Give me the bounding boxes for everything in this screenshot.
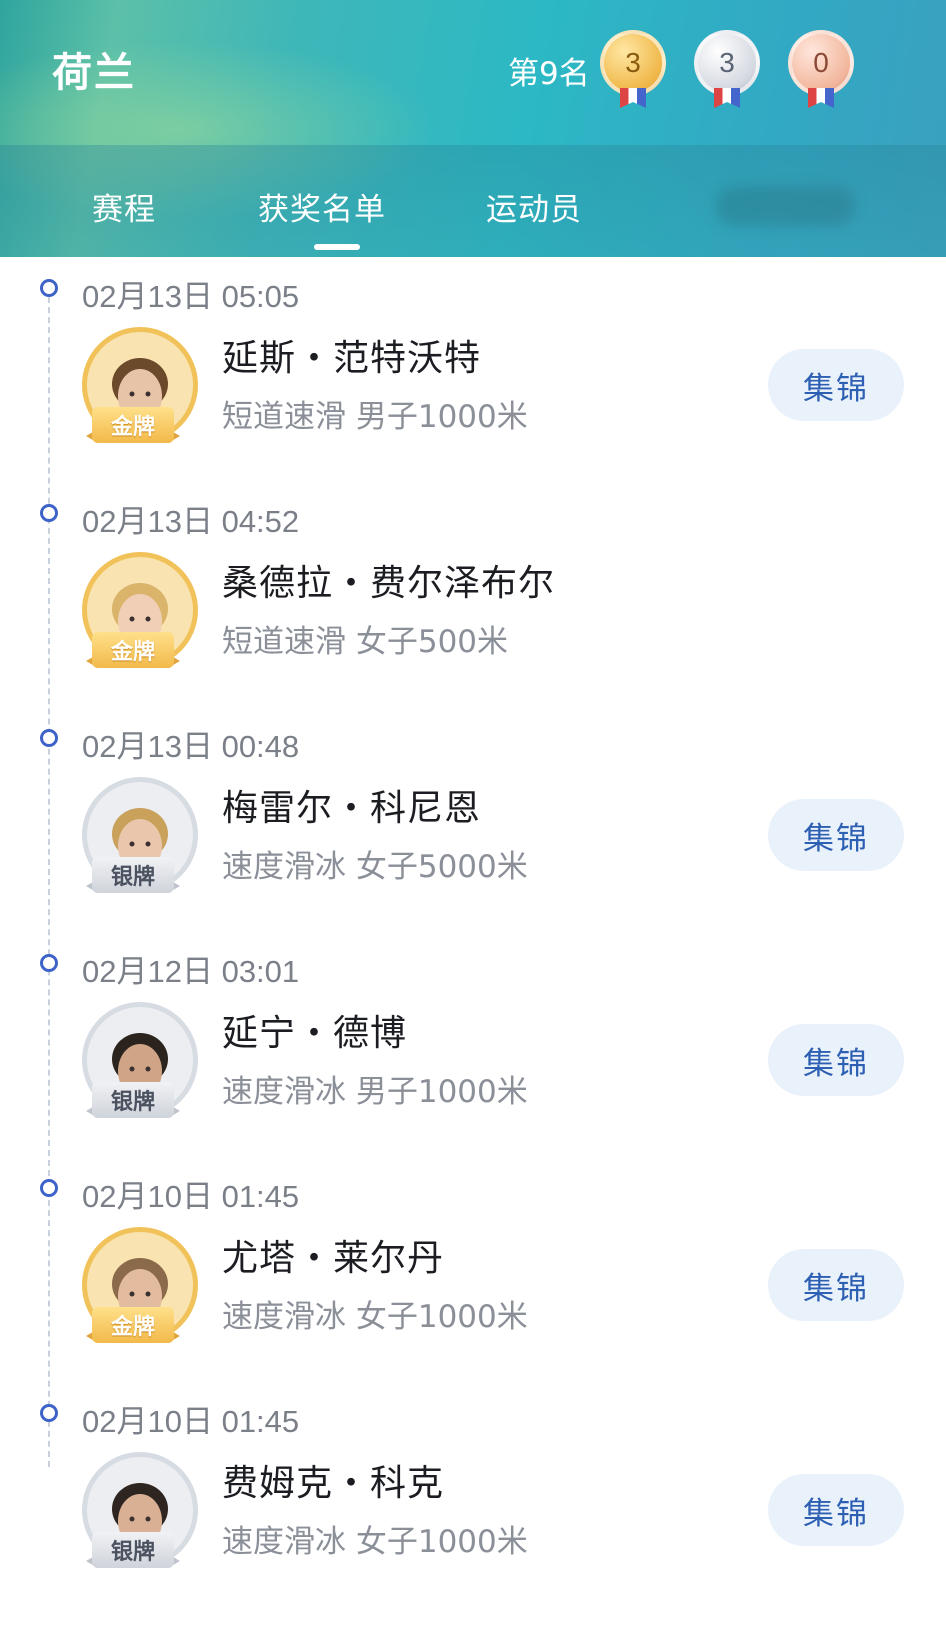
event-name: 速度滑冰 男子1000米 <box>222 1074 528 1110</box>
timeline-dot-icon <box>40 954 58 972</box>
timeline-dot-icon <box>40 1179 58 1197</box>
medalist-list: 02月13日 05:05 金牌 延斯・范特沃特 短道速滑 男子1000米 集锦 02月13… <box>0 257 946 1648</box>
medal-badge: 银牌 <box>92 1532 174 1568</box>
event-name: 速度滑冰 女子1000米 <box>222 1524 528 1560</box>
award-time: 02月10日 01:45 <box>82 1179 300 1214</box>
ribbon-icon <box>714 88 740 108</box>
event-name: 速度滑冰 女子5000米 <box>222 849 528 885</box>
highlights-button[interactable]: 集锦 <box>768 1249 904 1321</box>
highlights-button[interactable]: 集锦 <box>768 1024 904 1096</box>
medal-badge: 金牌 <box>92 632 174 668</box>
timeline-dot-icon <box>40 504 58 522</box>
bronze-medal-count: 0 <box>788 30 854 108</box>
event-name: 速度滑冰 女子1000米 <box>222 1299 528 1335</box>
timeline-dot-icon <box>40 729 58 747</box>
gold-medal-icon: 3 <box>600 30 666 96</box>
medal-badge: 金牌 <box>92 1307 174 1343</box>
blurred-tab <box>715 186 855 226</box>
silver-medal-count: 3 <box>694 30 760 108</box>
tab-bar: 赛程 获奖名单 运动员 <box>0 170 946 257</box>
medalist-entry[interactable]: 02月13日 05:05 金牌 延斯・范特沃特短道速滑 男子1000米 集锦 <box>0 257 946 493</box>
medalist-entry[interactable]: 02月10日 01:45 金牌 尤塔・莱尔丹速度滑冰 女子1000米 集锦 <box>0 1157 946 1393</box>
rank-label: 第9名 <box>508 56 590 92</box>
bronze-medal-icon: 0 <box>788 30 854 96</box>
highlights-button[interactable]: 集锦 <box>768 1474 904 1546</box>
medalist-entry[interactable]: 02月10日 01:45 银牌 费姆克・科克速度滑冰 女子1000米 集锦 <box>0 1382 946 1618</box>
timeline-dot-icon <box>40 279 58 297</box>
athlete-name[interactable]: 尤塔・莱尔丹 <box>222 1229 444 1281</box>
tab-medalists[interactable]: 获奖名单 <box>258 184 386 229</box>
award-time: 02月13日 05:05 <box>82 279 300 314</box>
award-time: 02月13日 00:48 <box>82 729 300 764</box>
medalist-entry[interactable]: 02月13日 04:52 金牌 桑德拉・费尔泽布尔短道速滑 女子500米 <box>0 482 946 718</box>
event-name: 短道速滑 女子500米 <box>222 624 509 660</box>
medal-badge: 银牌 <box>92 1082 174 1118</box>
country-header: 荷兰 第9名 3 3 0 赛程 获奖名单 运动员 <box>0 0 946 257</box>
award-time: 02月12日 03:01 <box>82 954 300 989</box>
athlete-name[interactable]: 延斯・范特沃特 <box>222 329 481 381</box>
active-tab-indicator <box>314 244 360 250</box>
award-time: 02月10日 01:45 <box>82 1404 300 1439</box>
athlete-name[interactable]: 费姆克・科克 <box>222 1454 444 1506</box>
medalist-entry[interactable]: 02月13日 00:48 银牌 梅雷尔・科尼恩速度滑冰 女子5000米 集锦 <box>0 707 946 943</box>
medalist-entry[interactable]: 02月12日 03:01 银牌 延宁・德博速度滑冰 男子1000米 集锦 <box>0 932 946 1168</box>
event-name: 短道速滑 男子1000米 <box>222 399 528 435</box>
tab-schedule[interactable]: 赛程 <box>92 184 156 229</box>
award-time: 02月13日 04:52 <box>82 504 300 539</box>
highlights-button[interactable]: 集锦 <box>768 349 904 421</box>
gold-medal-count: 3 <box>600 30 666 108</box>
ribbon-icon <box>620 88 646 108</box>
silver-medal-icon: 3 <box>694 30 760 96</box>
highlights-button[interactable]: 集锦 <box>768 799 904 871</box>
medal-badge: 金牌 <box>92 407 174 443</box>
medal-badge: 银牌 <box>92 857 174 893</box>
ribbon-icon <box>808 88 834 108</box>
tab-athletes[interactable]: 运动员 <box>486 184 582 229</box>
country-name: 荷兰 <box>52 50 136 96</box>
timeline-dot-icon <box>40 1404 58 1422</box>
athlete-name[interactable]: 梅雷尔・科尼恩 <box>222 779 481 831</box>
athlete-name[interactable]: 延宁・德博 <box>222 1004 407 1056</box>
athlete-name[interactable]: 桑德拉・费尔泽布尔 <box>222 554 555 606</box>
